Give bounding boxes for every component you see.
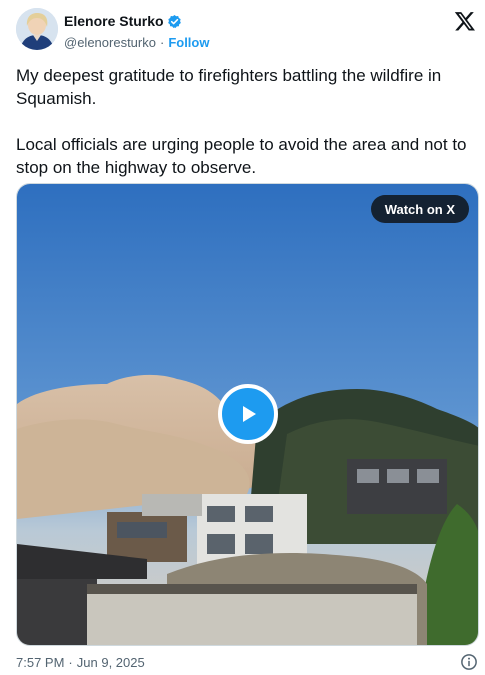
handle[interactable]: @elenoresturko — [64, 35, 156, 50]
watch-on-x-button[interactable]: Watch on X — [370, 195, 469, 223]
tweet-text: My deepest gratitude to firefighters bat… — [16, 64, 476, 179]
verified-badge-icon — [167, 14, 182, 29]
tweet-card: Elenore Sturko @elenoresturko · Follow M — [0, 0, 485, 675]
timestamp-separator: · — [68, 654, 73, 670]
info-icon[interactable] — [460, 653, 478, 671]
tweet-paragraph-2: Local officials are urging people to avo… — [16, 135, 467, 177]
timestamp-date[interactable]: Jun 9, 2025 — [77, 655, 145, 670]
video-player[interactable]: Watch on X — [16, 183, 479, 646]
avatar[interactable] — [16, 8, 58, 50]
play-icon — [243, 406, 256, 422]
follow-button[interactable]: Follow — [168, 35, 209, 50]
tweet-header: Elenore Sturko @elenoresturko · Follow — [16, 8, 476, 54]
handle-row: @elenoresturko · Follow — [64, 32, 209, 52]
display-name[interactable]: Elenore Sturko — [64, 13, 164, 29]
handle-separator: · — [159, 34, 165, 50]
timestamp-time[interactable]: 7:57 PM — [16, 655, 64, 670]
author-info: Elenore Sturko @elenoresturko · Follow — [64, 12, 209, 52]
name-row: Elenore Sturko — [64, 12, 209, 30]
x-logo-icon[interactable] — [454, 10, 476, 32]
play-button[interactable] — [218, 384, 278, 444]
tweet-paragraph-1: My deepest gratitude to firefighters bat… — [16, 66, 442, 108]
tweet-footer: 7:57 PM · Jun 9, 2025 — [16, 652, 478, 672]
